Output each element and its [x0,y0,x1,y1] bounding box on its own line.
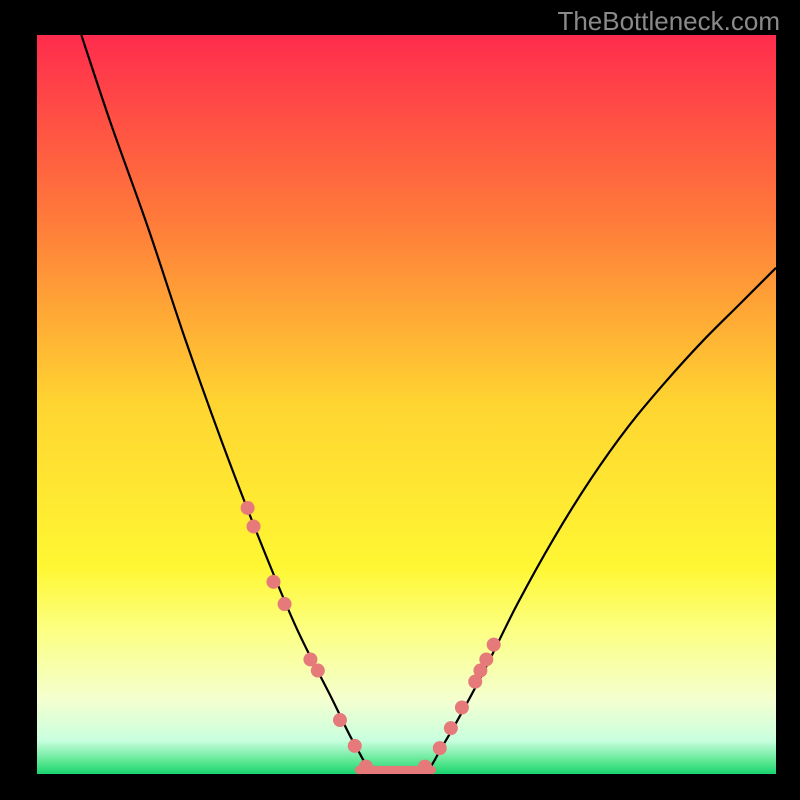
highlight-dot [241,501,255,515]
highlight-dot [444,721,458,735]
watermark-text: TheBottleneck.com [557,6,780,37]
highlight-dot [333,713,347,727]
highlight-dot [479,652,493,666]
chart-frame: TheBottleneck.com [0,0,800,800]
highlight-dot [348,739,362,753]
highlight-dot [359,760,373,774]
bottleneck-chart [37,35,776,774]
highlight-dot [487,638,501,652]
highlight-dot [278,597,292,611]
highlight-dot [455,700,469,714]
highlight-dot [433,741,447,755]
highlight-dot [247,519,261,533]
highlight-dot [418,760,432,774]
plot-area [37,35,776,774]
highlight-dot [311,664,325,678]
highlight-dot [266,575,280,589]
gradient-background [37,35,776,774]
